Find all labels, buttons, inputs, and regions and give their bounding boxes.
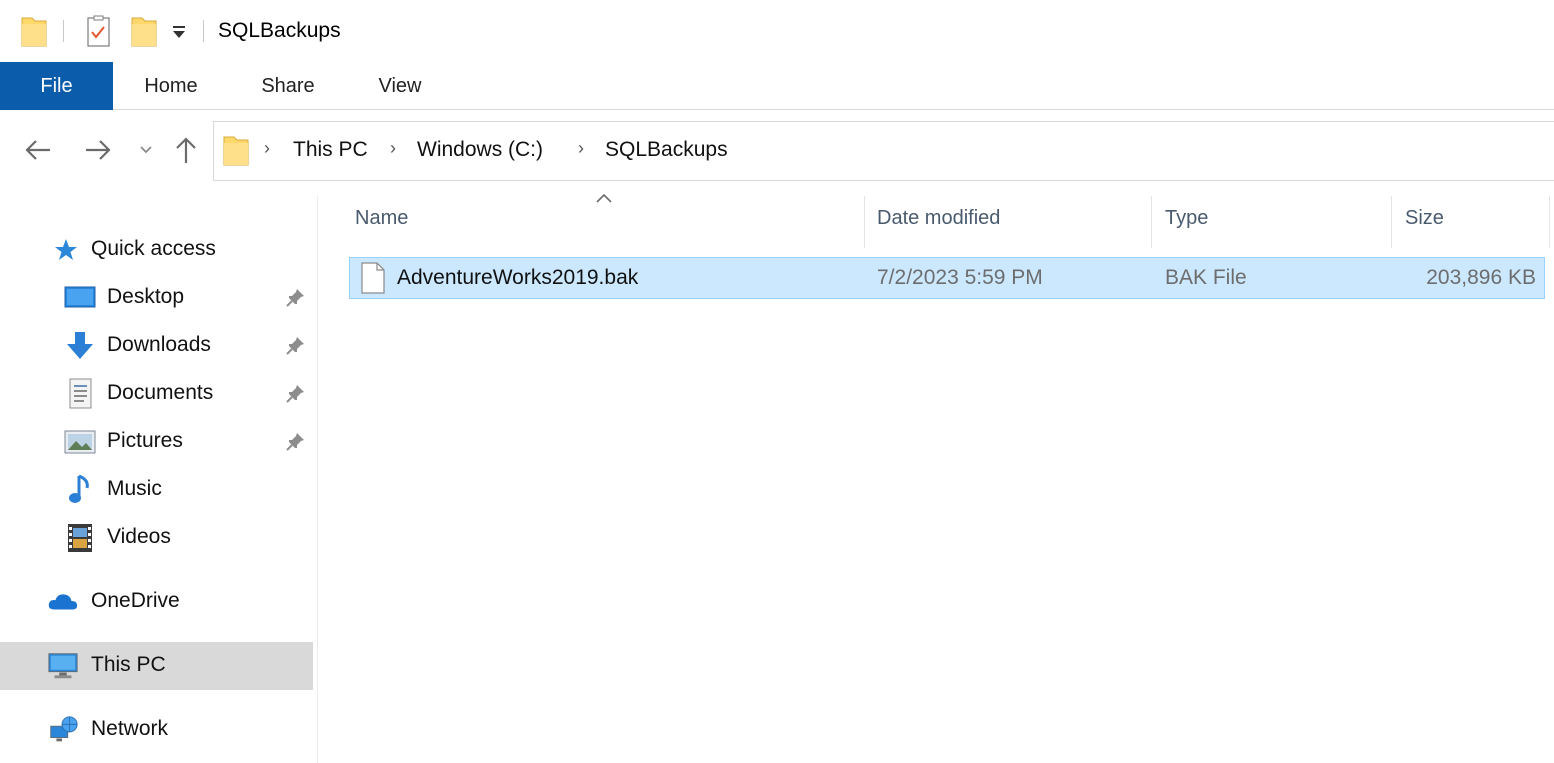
pin-icon[interactable] (284, 287, 306, 309)
up-button[interactable] (168, 132, 204, 168)
downloads-icon (64, 332, 96, 360)
chevron-down-icon (140, 146, 152, 154)
new-folder-icon[interactable] (130, 14, 158, 48)
column-divider[interactable] (1549, 196, 1550, 248)
nav-label: Videos (107, 525, 171, 548)
nav-onedrive[interactable]: OneDrive (0, 578, 313, 626)
breadcrumb-windows-c[interactable]: Windows (C:) (417, 138, 543, 162)
breadcrumb-this-pc[interactable]: This PC (293, 138, 368, 162)
column-header-type[interactable]: Type (1165, 207, 1208, 230)
nav-label: Quick access (91, 237, 216, 260)
title-bar: SQLBackups (0, 0, 1554, 62)
star-icon (50, 236, 82, 264)
nav-label: Desktop (107, 285, 185, 308)
breadcrumb-separator-icon[interactable]: › (264, 138, 270, 159)
nav-this-pc[interactable]: This PC (0, 642, 313, 690)
recent-locations-button[interactable] (128, 132, 164, 168)
nav-label: Documents (107, 381, 214, 404)
arrow-up-icon (176, 137, 196, 163)
network-icon (47, 716, 79, 744)
file-list: Name Date modified Type Size AdventureWo… (318, 190, 1554, 763)
documents-icon (64, 378, 96, 409)
tab-view[interactable]: View (362, 62, 438, 110)
arrow-left-icon (25, 140, 50, 160)
desktop-icon (64, 284, 96, 312)
nav-videos[interactable]: Videos (0, 514, 313, 562)
file-date-modified: 7/2/2023 5:59 PM (877, 266, 1043, 289)
navigation-pane: Quick access Desktop Downloads Documents… (0, 196, 318, 763)
videos-icon (64, 524, 96, 552)
file-row[interactable]: AdventureWorks2019.bak 7/2/2023 5:59 PM … (349, 257, 1545, 299)
nav-label: Pictures (107, 429, 183, 452)
forward-button[interactable] (80, 132, 116, 168)
properties-icon[interactable] (86, 15, 112, 49)
column-header-name[interactable]: Name (355, 207, 408, 230)
nav-label: OneDrive (91, 589, 180, 612)
nav-label: Downloads (107, 333, 211, 356)
nav-label: Music (107, 477, 162, 500)
pin-icon[interactable] (284, 383, 306, 405)
customize-toolbar-icon[interactable] (170, 24, 188, 40)
tab-home[interactable]: Home (128, 62, 214, 110)
nav-desktop[interactable]: Desktop (0, 274, 313, 322)
breadcrumb-separator-icon[interactable]: › (578, 138, 584, 159)
breadcrumb-sqlbackups[interactable]: SQLBackups (605, 138, 728, 162)
file-type: BAK File (1165, 266, 1247, 289)
nav-quick-access[interactable]: Quick access (0, 226, 313, 274)
column-header-size[interactable]: Size (1405, 207, 1444, 230)
breadcrumb-separator-icon[interactable]: › (390, 138, 396, 159)
nav-documents[interactable]: Documents (0, 370, 313, 418)
file-name: AdventureWorks2019.bak (397, 266, 639, 289)
window-title: SQLBackups (218, 19, 341, 42)
onedrive-icon (47, 588, 79, 616)
column-divider[interactable] (1391, 196, 1392, 248)
pictures-icon (64, 428, 96, 456)
pin-icon[interactable] (284, 335, 306, 357)
column-divider[interactable] (1151, 196, 1152, 248)
tab-share[interactable]: Share (246, 62, 330, 110)
computer-icon (47, 652, 79, 680)
nav-label: This PC (91, 653, 166, 676)
back-button[interactable] (20, 132, 56, 168)
nav-downloads[interactable]: Downloads (0, 322, 313, 370)
tab-file[interactable]: File (0, 62, 113, 110)
pin-icon[interactable] (284, 431, 306, 453)
address-bar[interactable]: › This PC › Windows (C:) › SQLBackups (213, 121, 1554, 181)
toolbar-separator (63, 20, 64, 42)
nav-label: Network (91, 717, 169, 740)
column-header-date-modified[interactable]: Date modified (877, 207, 1000, 230)
file-size: 203,896 KB (1426, 266, 1536, 289)
nav-music[interactable]: Music (0, 466, 313, 514)
sort-ascending-icon (596, 193, 612, 203)
nav-network[interactable]: Network (0, 706, 313, 754)
nav-pictures[interactable]: Pictures (0, 418, 313, 466)
arrow-right-icon (86, 140, 111, 160)
ribbon-tabs: File Home Share View (0, 62, 1554, 110)
column-divider[interactable] (864, 196, 865, 248)
folder-icon (223, 136, 249, 166)
folder-icon (21, 17, 47, 47)
toolbar-separator (203, 20, 204, 42)
music-icon (64, 474, 96, 504)
file-icon (361, 262, 385, 294)
